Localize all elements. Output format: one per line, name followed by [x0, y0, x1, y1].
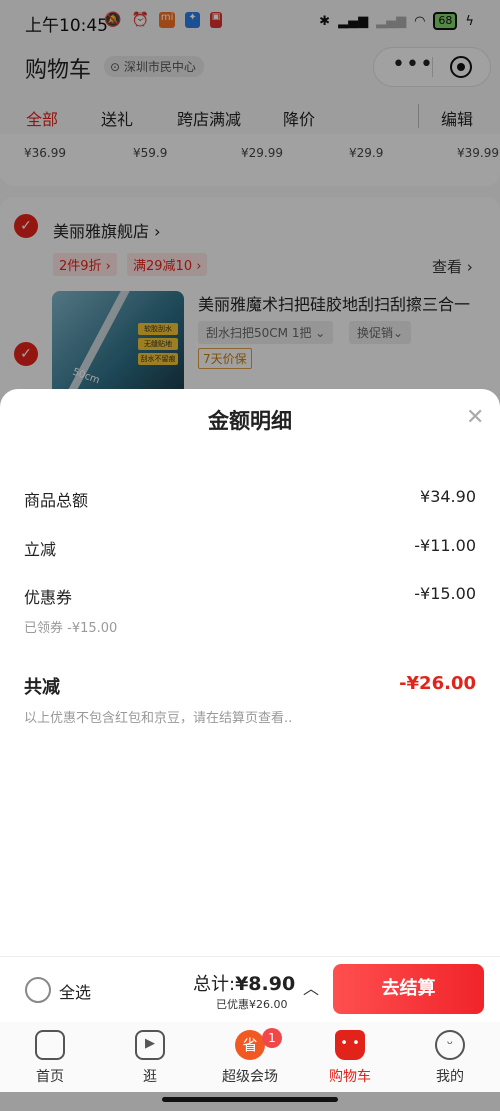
coupon-received-note: 已领券 -¥15.00 — [24, 621, 118, 636]
home-face-icon — [35, 1030, 65, 1060]
select-all-radio[interactable] — [25, 977, 51, 1003]
tab-profile[interactable]: ᵕ 我的 — [400, 1022, 500, 1092]
coupon-label: 优惠券 — [24, 588, 73, 607]
tab-cart-label: 购物车 — [329, 1069, 371, 1085]
total-discount-value: -¥26.00 — [399, 673, 476, 694]
tab-home-label: 首页 — [36, 1069, 64, 1085]
chevron-up-icon[interactable]: ︿ — [303, 975, 319, 999]
checkout-button[interactable]: 去结算 — [333, 964, 484, 1014]
tab-super-venue[interactable]: 省 1 超级会场 — [200, 1022, 300, 1092]
super-venue-icon: 省 — [235, 1030, 265, 1060]
goods-total-label: 商品总额 — [24, 491, 89, 510]
goods-total-value: ¥34.90 — [420, 487, 476, 506]
instant-discount-label: 立减 — [24, 540, 57, 559]
total-amount: ¥8.90 — [235, 973, 296, 995]
bottom-tab-bar: 首页 ▶ 逛 省 1 超级会场 • • 购物车 ᵕ 我的 — [0, 1022, 500, 1092]
total-discount-label: 共减 — [24, 677, 60, 698]
total-prefix: 总计: — [193, 974, 236, 995]
select-all-label[interactable]: 全选 — [59, 979, 91, 1003]
play-video-icon: ▶ — [135, 1030, 165, 1060]
tab-cart[interactable]: • • 购物车 — [300, 1022, 400, 1092]
instant-discount-value: -¥11.00 — [414, 536, 476, 555]
tab-profile-label: 我的 — [436, 1069, 464, 1085]
home-indicator[interactable] — [162, 1097, 338, 1102]
tab-super-venue-label: 超级会场 — [222, 1069, 278, 1085]
tab-browse-label: 逛 — [143, 1069, 157, 1085]
tab-browse[interactable]: ▶ 逛 — [100, 1022, 200, 1092]
coupon-value: -¥15.00 — [414, 584, 476, 603]
discount-note: 以上优惠不包含红包和京豆，请在结算页查看.. — [24, 711, 293, 726]
tab-home[interactable]: 首页 — [0, 1022, 100, 1092]
saved-amount: 已优惠¥26.00 — [216, 998, 288, 1011]
notification-badge: 1 — [262, 1028, 282, 1048]
cart-icon: • • — [335, 1030, 365, 1060]
sheet-title: 金额明细 — [208, 409, 292, 433]
total-price: 总计:¥8.90 — [193, 970, 295, 996]
close-icon[interactable]: ✕ — [466, 405, 484, 430]
profile-face-icon: ᵕ — [435, 1030, 465, 1060]
